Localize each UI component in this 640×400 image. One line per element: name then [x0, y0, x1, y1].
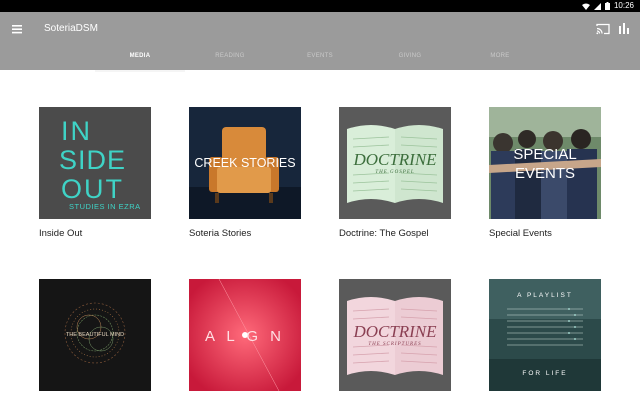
- beautiful-mind-artwork: THE BEAUTIFUL MIND: [39, 279, 151, 391]
- app-title: SoteriaDSM: [44, 23, 98, 34]
- doctrine-scriptures-artwork: DOCTRINE THE SCRIPTURES: [339, 279, 451, 391]
- art-line1: SPECIAL: [513, 146, 576, 163]
- status-bar: 10:26: [0, 0, 640, 12]
- battery-icon: [604, 2, 610, 10]
- inside-out-artwork: IN SIDE OUT STUDIES IN EZRA: [39, 107, 151, 219]
- cast-button[interactable]: [596, 22, 610, 35]
- media-card-align[interactable]: A L G N: [189, 279, 301, 400]
- media-card-label: Doctrine: The Gospel: [339, 228, 429, 239]
- art-title: DOCTRINE: [352, 322, 437, 341]
- hamburger-icon: [12, 25, 22, 34]
- art-bottom: FOR LIFE: [522, 370, 567, 377]
- media-card-label: Special Events: [489, 228, 552, 239]
- media-card-doctrine-gospel[interactable]: DOCTRINE THE GOSPEL Doctrine: The Gospel: [339, 107, 451, 239]
- art-line1: IN: [61, 116, 92, 146]
- creek-stories-artwork: CREEK STORIES: [189, 107, 301, 219]
- art-subtitle: THE SCRIPTURES: [368, 342, 421, 347]
- wifi-icon: [581, 3, 590, 10]
- media-card-inside-out[interactable]: IN SIDE OUT STUDIES IN EZRA Inside Out: [39, 107, 151, 239]
- audio-bars-button[interactable]: [618, 21, 630, 34]
- media-card-label: Inside Out: [39, 228, 83, 239]
- art-subtitle: THE GOSPEL: [375, 170, 414, 175]
- status-time: 10:26: [613, 1, 634, 10]
- equalizer-icon: [619, 23, 629, 34]
- signal-icon: [593, 2, 601, 10]
- media-card-special-events[interactable]: SPECIAL EVENTS Special Events: [489, 107, 601, 239]
- cast-icon: [596, 23, 610, 35]
- menu-button[interactable]: [10, 22, 26, 36]
- art-text: CREEK STORIES: [194, 156, 295, 170]
- align-artwork: A L G N: [189, 279, 301, 391]
- tab-events[interactable]: EVENTS: [275, 50, 365, 70]
- art-line2: SIDE: [59, 145, 126, 175]
- doctrine-gospel-artwork: DOCTRINE THE GOSPEL: [339, 107, 451, 219]
- art-text: THE BEAUTIFUL MIND: [66, 332, 124, 338]
- media-card-soteria-stories[interactable]: CREEK STORIES Soteria Stories: [189, 107, 301, 239]
- art-title: DOCTRINE: [352, 150, 437, 169]
- tab-media[interactable]: MEDIA: [95, 50, 185, 72]
- art-line3: OUT: [61, 174, 124, 204]
- media-card-label: Soteria Stories: [189, 228, 252, 239]
- app-bar: SoteriaDSM MEDIA READING EVENTS GIVING M…: [0, 12, 640, 72]
- playlist-for-life-artwork: A PLAYLIST FOR LIFE: [489, 279, 601, 391]
- art-line2: EVENTS: [515, 165, 575, 182]
- special-events-artwork: SPECIAL EVENTS: [489, 107, 601, 219]
- status-icons: 10:26: [581, 1, 634, 11]
- media-card-beautiful-mind[interactable]: THE BEAUTIFUL MIND: [39, 279, 151, 400]
- media-card-doctrine-scriptures[interactable]: DOCTRINE THE SCRIPTURES: [339, 279, 451, 400]
- art-top: A PLAYLIST: [517, 292, 573, 299]
- tab-giving[interactable]: GIVING: [365, 50, 455, 70]
- tab-more[interactable]: MORE: [455, 50, 545, 70]
- tab-reading[interactable]: READING: [185, 50, 275, 70]
- tab-bar: MEDIA READING EVENTS GIVING MORE: [95, 50, 545, 72]
- art-text: A L G N: [205, 328, 285, 345]
- media-card-playlist-for-life[interactable]: A PLAYLIST FOR LIFE: [489, 279, 601, 400]
- art-subtitle: STUDIES IN EZRA: [69, 202, 141, 211]
